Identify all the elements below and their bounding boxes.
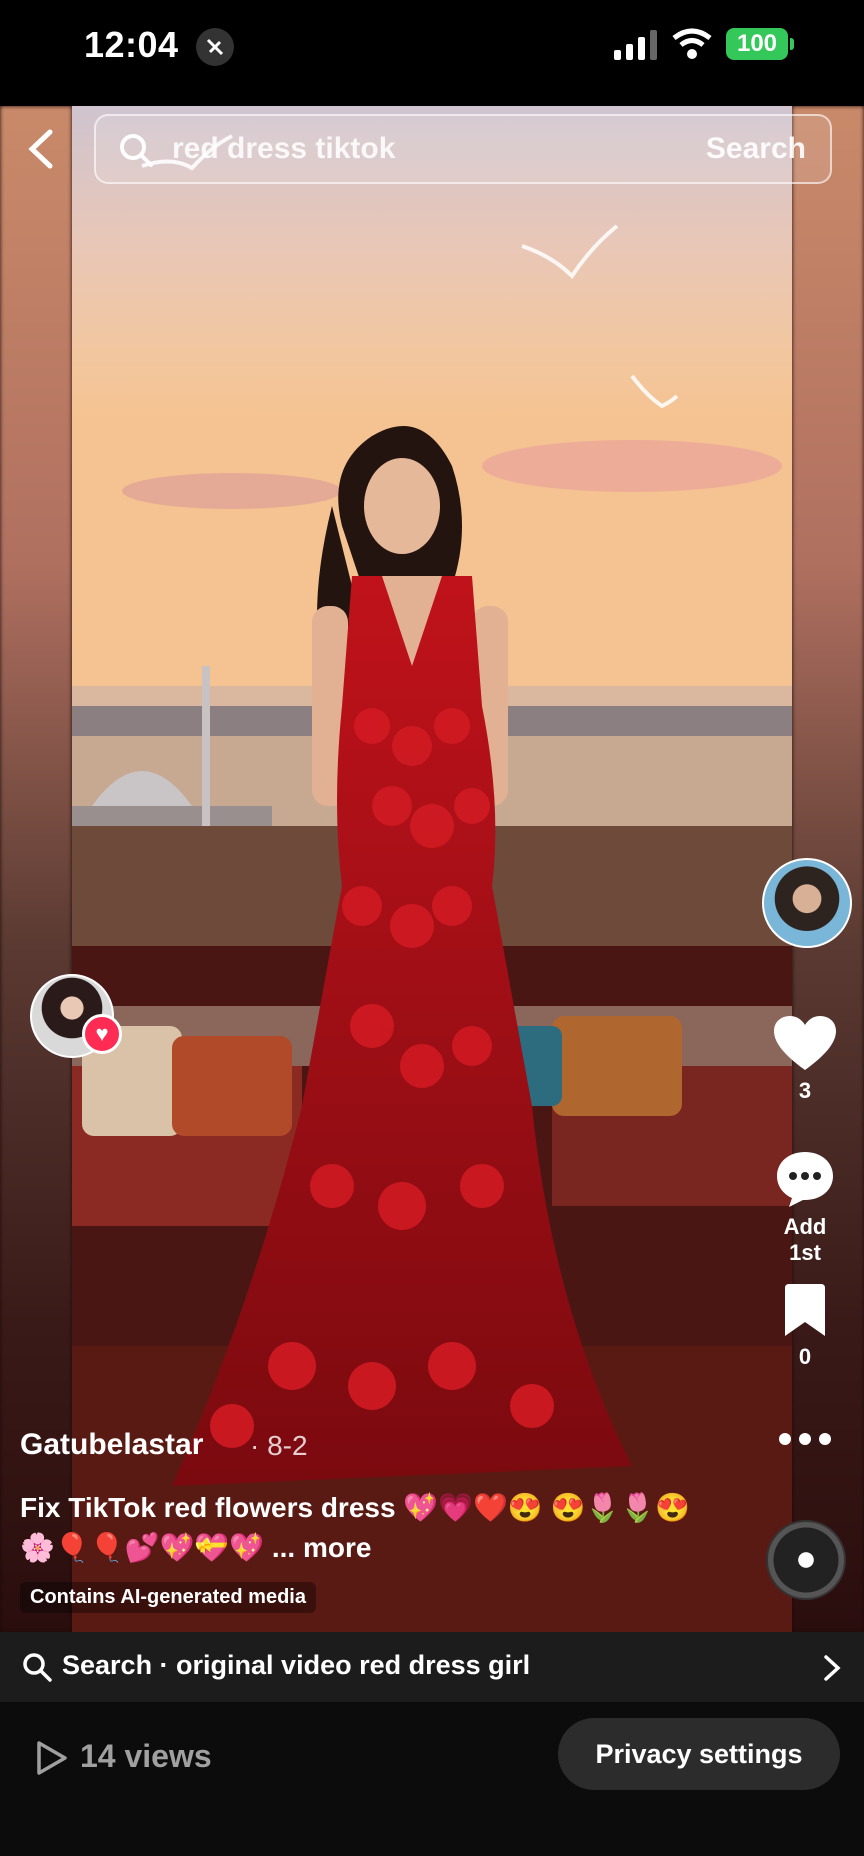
- video-player[interactable]: [0, 106, 864, 1632]
- heart-icon: [774, 1016, 836, 1070]
- search-query[interactable]: red dress tiktok: [172, 132, 395, 166]
- comment-icon: [777, 1152, 833, 1207]
- left-blur-edge: [0, 106, 72, 1632]
- sound-disc[interactable]: [766, 1520, 846, 1600]
- status-bar: 12:04 100: [0, 0, 864, 106]
- caption-more-link[interactable]: ... more: [272, 1532, 372, 1563]
- more-options-icon[interactable]: [778, 1430, 832, 1448]
- save-count: 0: [798, 1344, 812, 1369]
- bookmark-icon: [785, 1284, 825, 1336]
- search-icon: [120, 134, 153, 167]
- post-username[interactable]: Gatubelastar: [20, 1428, 203, 1462]
- play-icon: [37, 1741, 67, 1775]
- ai-generated-label: Contains AI-generated media: [20, 1582, 316, 1613]
- cellular-signal-icon: [614, 30, 657, 60]
- status-time: 12:04: [84, 24, 179, 65]
- follow-heart-icon[interactable]: ♥: [82, 1014, 122, 1054]
- save-button[interactable]: 0: [770, 1284, 840, 1370]
- search-button[interactable]: Search: [706, 132, 806, 166]
- comment-count: Add 1st: [783, 1214, 827, 1265]
- privacy-settings-button[interactable]: Privacy settings: [558, 1718, 840, 1790]
- like-button[interactable]: 3: [770, 1016, 840, 1104]
- chevron-right-icon: [824, 1655, 841, 1681]
- back-chevron-icon[interactable]: [24, 128, 58, 170]
- view-count: 14 views: [80, 1738, 212, 1774]
- wifi-icon: [672, 28, 712, 59]
- search-icon: [23, 1653, 52, 1682]
- bottom-bar: 14 views Privacy settings: [0, 1702, 864, 1856]
- post-caption[interactable]: Fix TikTok red flowers dress 💖💗❤️😍 😍🌷🌷😍🌸…: [20, 1488, 720, 1568]
- do-not-disturb-icon: [196, 28, 234, 66]
- post-date: · 8-2: [250, 1430, 308, 1461]
- related-search-text: Search · original video red dress girl: [62, 1650, 531, 1680]
- search-bar[interactable]: red dress tiktok Search: [94, 114, 832, 184]
- related-search-bar[interactable]: Search · original video red dress girl: [0, 1632, 864, 1702]
- comment-button[interactable]: Add 1st: [770, 1150, 840, 1266]
- like-count: 3: [798, 1078, 812, 1103]
- profile-avatar[interactable]: [762, 858, 852, 948]
- video-frame: [72, 106, 792, 1632]
- battery-indicator: 100: [726, 28, 794, 60]
